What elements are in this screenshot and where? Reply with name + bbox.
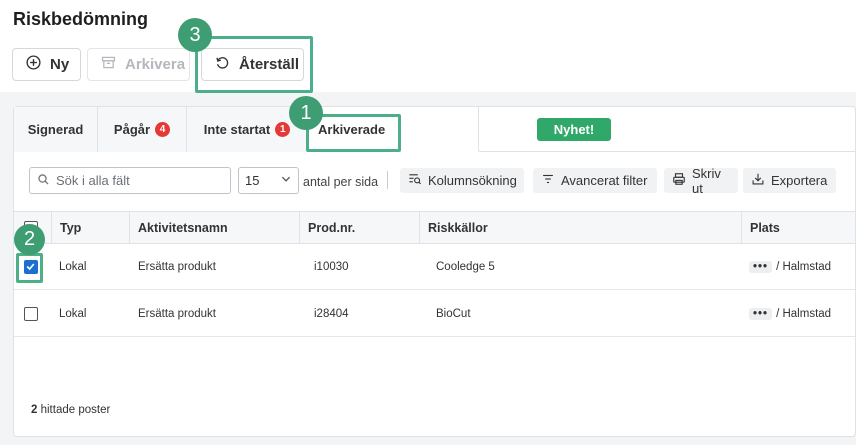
print-label: Skriv ut xyxy=(692,165,721,196)
search-placeholder: Sök i alla fält xyxy=(56,173,130,188)
result-count-text: hittade poster xyxy=(40,404,111,416)
callout-box-3 xyxy=(195,36,313,93)
download-icon xyxy=(751,172,765,189)
column-prod-label: Prod.nr. xyxy=(308,220,356,235)
advanced-filter-button[interactable]: Avancerat filter xyxy=(533,168,657,193)
export-label: Exportera xyxy=(771,173,828,188)
table-panel: Signerad Pågår 4 Inte startat 1 Arkivera… xyxy=(13,106,856,437)
column-search-label: Kolumnsökning xyxy=(428,173,517,188)
column-header-type[interactable]: Typ xyxy=(51,212,129,243)
toolbar-divider xyxy=(387,171,388,189)
column-header-place[interactable]: Plats xyxy=(741,212,856,243)
column-header-risk[interactable]: Riskkällor xyxy=(419,212,741,243)
new-button[interactable]: Ny xyxy=(12,48,81,81)
advanced-filter-label: Avancerat filter xyxy=(561,173,648,188)
filter-icon xyxy=(541,172,555,189)
cell-risk: Cooledge 5 xyxy=(436,261,495,273)
callout-number-2: 2 xyxy=(14,224,45,255)
column-place-label: Plats xyxy=(750,220,780,235)
tab-not-started-count: 1 xyxy=(275,122,291,137)
cell-risk: BioCut xyxy=(436,308,471,320)
per-page-select[interactable]: 15 xyxy=(238,167,299,194)
column-type-label: Typ xyxy=(60,220,82,235)
tab-signed[interactable]: Signerad xyxy=(14,107,98,152)
tab-not-started-label: Inte startat xyxy=(203,122,271,137)
column-search-button[interactable]: Kolumnsökning xyxy=(400,168,524,193)
archive-button-label: Arkivera xyxy=(125,56,186,73)
printer-icon xyxy=(672,172,686,189)
callout-number-3: 3 xyxy=(178,18,212,52)
per-page-label: antal per sida xyxy=(303,175,379,189)
column-search-icon xyxy=(408,172,422,189)
search-input[interactable]: Sök i alla fält xyxy=(29,167,231,194)
column-header-activity[interactable]: Aktivitetsnamn xyxy=(129,212,299,243)
result-count: 2 hittade poster xyxy=(31,404,110,416)
cell-place-text: / Halmstad xyxy=(776,308,832,320)
tab-in-progress[interactable]: Pågår 4 xyxy=(98,107,187,152)
more-options-icon[interactable]: ••• xyxy=(749,261,773,273)
tab-in-progress-label: Pågår xyxy=(113,122,151,137)
column-risk-label: Riskkällor xyxy=(428,220,488,235)
table-row[interactable]: Lokal Ersätta produkt i28404 BioCut ••• … xyxy=(14,291,855,337)
print-button[interactable]: Skriv ut xyxy=(664,165,738,196)
archive-icon xyxy=(100,54,117,75)
cell-prod: i10030 xyxy=(314,261,349,273)
page-title: Riskbedömning xyxy=(13,9,149,29)
cell-place: ••• / Halmstad xyxy=(749,244,831,290)
callout-number-1: 1 xyxy=(289,96,323,130)
cell-activity: Ersätta produkt xyxy=(138,308,216,320)
more-options-icon[interactable]: ••• xyxy=(749,308,773,320)
tab-bar: Signerad Pågår 4 Inte startat 1 Arkivera… xyxy=(14,107,855,152)
cell-prod: i28404 xyxy=(314,308,349,320)
tab-in-progress-count: 4 xyxy=(155,122,171,137)
new-feature-badge[interactable]: Nyhet! xyxy=(537,118,611,141)
cell-type: Lokal xyxy=(59,261,87,273)
cell-place-text: / Halmstad xyxy=(776,261,832,273)
row-checkbox[interactable] xyxy=(24,307,38,321)
column-header-prod[interactable]: Prod.nr. xyxy=(299,212,419,243)
search-icon xyxy=(37,173,50,189)
cell-place: ••• / Halmstad xyxy=(749,291,831,337)
column-activity-label: Aktivitetsnamn xyxy=(138,220,228,235)
result-count-number: 2 xyxy=(31,404,38,416)
plus-circle-icon xyxy=(25,54,42,75)
table-header: Typ Aktivitetsnamn Prod.nr. Riskkällor P… xyxy=(14,211,855,244)
callout-box-2 xyxy=(16,253,43,283)
per-page-value: 15 xyxy=(245,173,260,188)
new-button-label: Ny xyxy=(50,56,70,73)
archive-button[interactable]: Arkivera xyxy=(87,48,190,81)
export-button[interactable]: Exportera xyxy=(743,168,836,193)
chevron-down-icon xyxy=(280,173,292,188)
tab-signed-label: Signerad xyxy=(27,122,84,137)
cell-activity: Ersätta produkt xyxy=(138,261,216,273)
table-row[interactable]: Lokal Ersätta produkt i10030 Cooledge 5 … xyxy=(14,244,855,290)
cell-type: Lokal xyxy=(59,308,87,320)
